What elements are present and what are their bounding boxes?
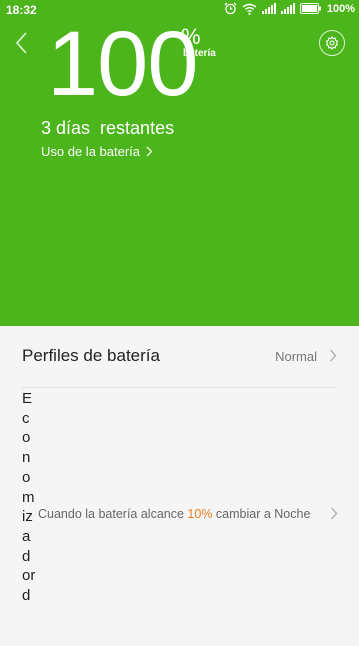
signal-icon	[280, 3, 295, 14]
battery-hero: 18:32 100% 100 % batería 3 días restante…	[0, 0, 359, 326]
chevron-left-icon	[15, 32, 27, 54]
battery-saver-description: Cuando la batería alcance 10% cambiar a …	[38, 507, 310, 521]
battery-level-label: batería	[183, 48, 216, 59]
signal-icon	[261, 3, 276, 14]
gear-icon	[325, 36, 339, 50]
battery-profiles-row[interactable]: Perfiles de batería Normal	[0, 336, 359, 378]
back-button[interactable]	[12, 30, 32, 56]
settings-button[interactable]	[319, 30, 345, 56]
battery-saver-text-after: cambiar a Noche	[212, 507, 311, 521]
battery-usage-label: Uso de la batería	[41, 144, 141, 159]
battery-saver-threshold: 10%	[187, 507, 213, 521]
battery-profiles-value: Normal	[275, 349, 317, 364]
chevron-right-icon	[146, 146, 153, 157]
battery-saver-row[interactable]: Cuando la batería alcance 10% cambiar a …	[38, 505, 338, 525]
percent-sign: %	[181, 24, 201, 49]
battery-usage-link[interactable]: Uso de la batería	[41, 144, 153, 159]
chevron-right-icon	[330, 507, 338, 520]
chevron-right-icon	[329, 349, 337, 362]
battery-saver-title: Economizador d	[22, 390, 36, 605]
status-time: 18:32	[6, 3, 37, 17]
battery-level: 100	[47, 13, 198, 115]
battery-icon	[299, 3, 322, 14]
battery-saver-text-before: Cuando la batería alcance	[38, 507, 188, 521]
remaining-time: 3 días restantes	[41, 118, 175, 138]
status-battery-percent: 100%	[326, 2, 355, 15]
divider	[22, 387, 336, 388]
alarm-icon	[224, 2, 237, 15]
battery-profiles-label: Perfiles de batería	[22, 346, 160, 365]
wifi-icon	[242, 3, 257, 15]
